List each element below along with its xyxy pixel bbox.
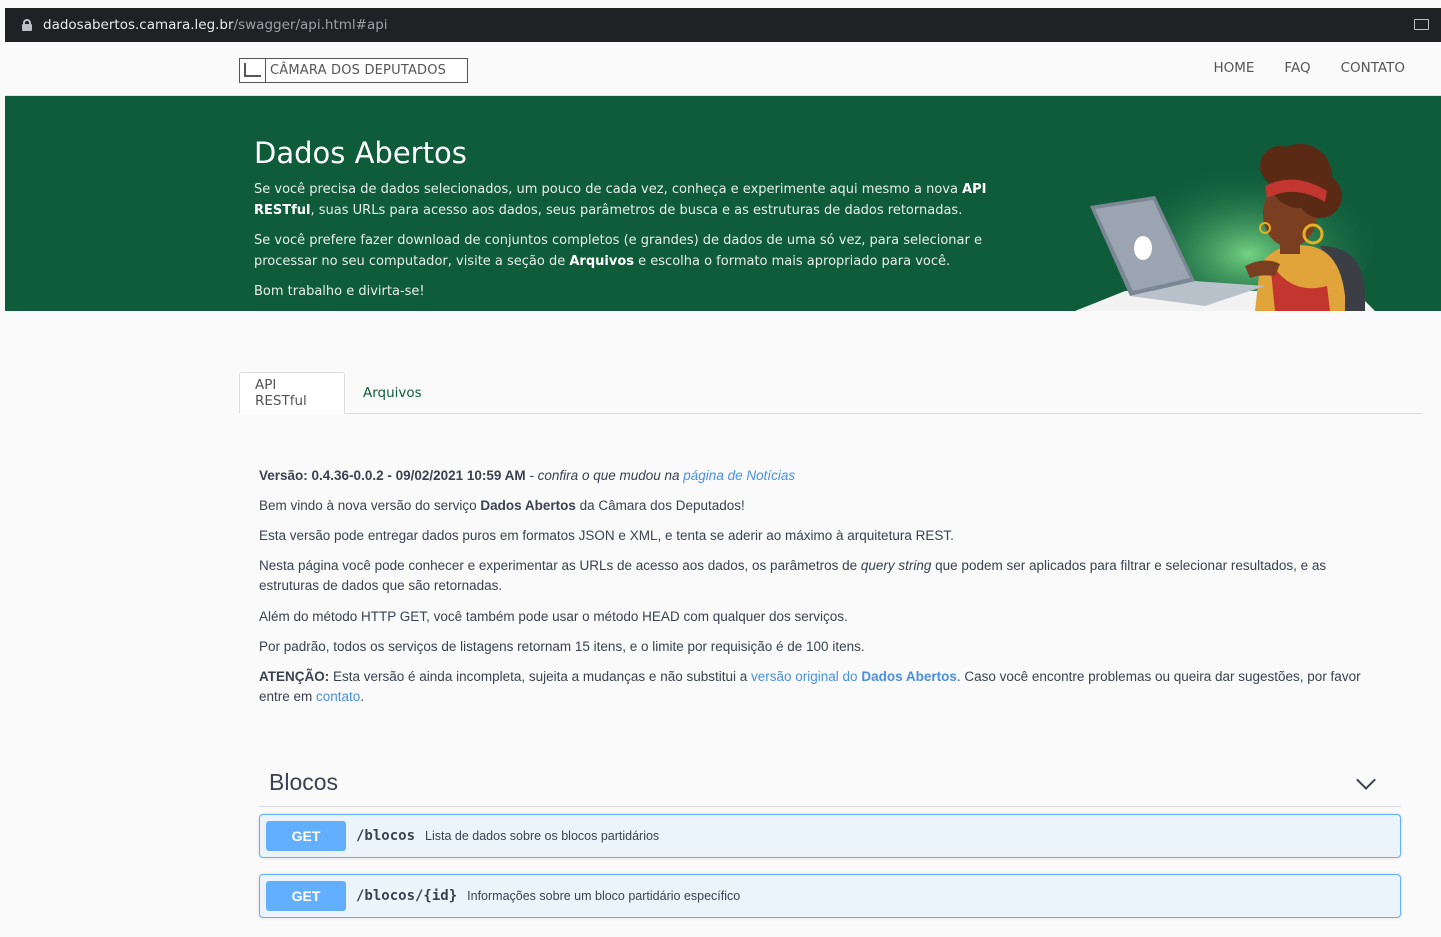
operation-path: /blocos/{id} xyxy=(356,888,458,904)
hero-greeting: Bom trabalho e divirta-se! xyxy=(254,284,425,299)
method-badge: GET xyxy=(266,821,346,851)
attention-notice: ATENÇÃO: Esta versão é ainda incompleta,… xyxy=(259,669,1361,704)
site-header: CÂMARA DOS DEPUTADOS HOME FAQ CONTATO xyxy=(5,42,1441,96)
hero-intro-api: Se você precisa de dados selecionados, u… xyxy=(254,182,987,218)
operation-get-blocos[interactable]: GET /blocos Lista de dados sobre os bloc… xyxy=(259,814,1401,858)
hero-banner: Dados Abertos Se você precisa de dados s… xyxy=(5,96,1441,311)
section-title: Blocos xyxy=(269,769,339,795)
tab-api-restful[interactable]: API RESTful xyxy=(239,372,345,414)
tab-arquivos[interactable]: Arquivos xyxy=(348,372,437,414)
camara-logo[interactable]: CÂMARA DOS DEPUTADOS xyxy=(239,58,468,83)
hero-intro-arquivos: Se você prefere fazer download de conjun… xyxy=(254,233,982,269)
cast-icon[interactable] xyxy=(1414,19,1429,30)
methods-line: Além do método HTTP GET, você também pod… xyxy=(259,609,848,624)
contact-link[interactable]: contato xyxy=(316,689,360,704)
section-blocos-header[interactable]: Blocos xyxy=(259,759,1401,807)
content-tabs: API RESTful Arquivos xyxy=(239,372,1422,414)
url-path: /swagger/api.html#api xyxy=(233,17,388,33)
operation-description: Lista de dados sobre os blocos partidári… xyxy=(425,829,660,843)
lock-icon xyxy=(22,19,32,31)
limits-line: Por padrão, todos os serviços de listage… xyxy=(259,639,865,654)
logo-text: CÂMARA DOS DEPUTADOS xyxy=(270,63,447,78)
woman-laptop-illustration xyxy=(1075,144,1375,311)
main-nav: HOME FAQ CONTATO xyxy=(1213,60,1405,76)
operation-description: Informações sobre um bloco partidário es… xyxy=(467,889,741,903)
operation-path: /blocos xyxy=(356,828,416,844)
browser-address-bar[interactable]: dadosabertos.camara.leg.br/swagger/api.h… xyxy=(5,8,1441,42)
operation-get-bloco-id[interactable]: GET /blocos/{id} Informações sobre um bl… xyxy=(259,874,1401,918)
nav-faq[interactable]: FAQ xyxy=(1284,60,1310,76)
method-badge: GET xyxy=(266,881,346,911)
news-link[interactable]: página de Notícias xyxy=(683,468,795,483)
page-description: Nesta página você pode conhecer e experi… xyxy=(259,558,1327,593)
formats-line: Esta versão pode entregar dados puros em… xyxy=(259,528,954,543)
hero-title: Dados Abertos xyxy=(254,136,467,170)
nav-contato[interactable]: CONTATO xyxy=(1341,60,1405,76)
url-domain: dadosabertos.camara.leg.br xyxy=(43,17,234,33)
camara-logo-icon xyxy=(240,59,266,82)
version-label: Versão: 0.4.36-0.0.2 - 09/02/2021 10:59 … xyxy=(259,468,526,483)
nav-home[interactable]: HOME xyxy=(1213,60,1254,76)
chevron-down-icon[interactable] xyxy=(1356,770,1376,790)
original-version-link[interactable]: versão original do Dados Abertos xyxy=(751,669,957,684)
welcome-line: Bem vindo à nova versão do serviço Dados… xyxy=(259,498,745,513)
version-line: Versão: 0.4.36-0.0.2 - 09/02/2021 10:59 … xyxy=(259,468,796,483)
